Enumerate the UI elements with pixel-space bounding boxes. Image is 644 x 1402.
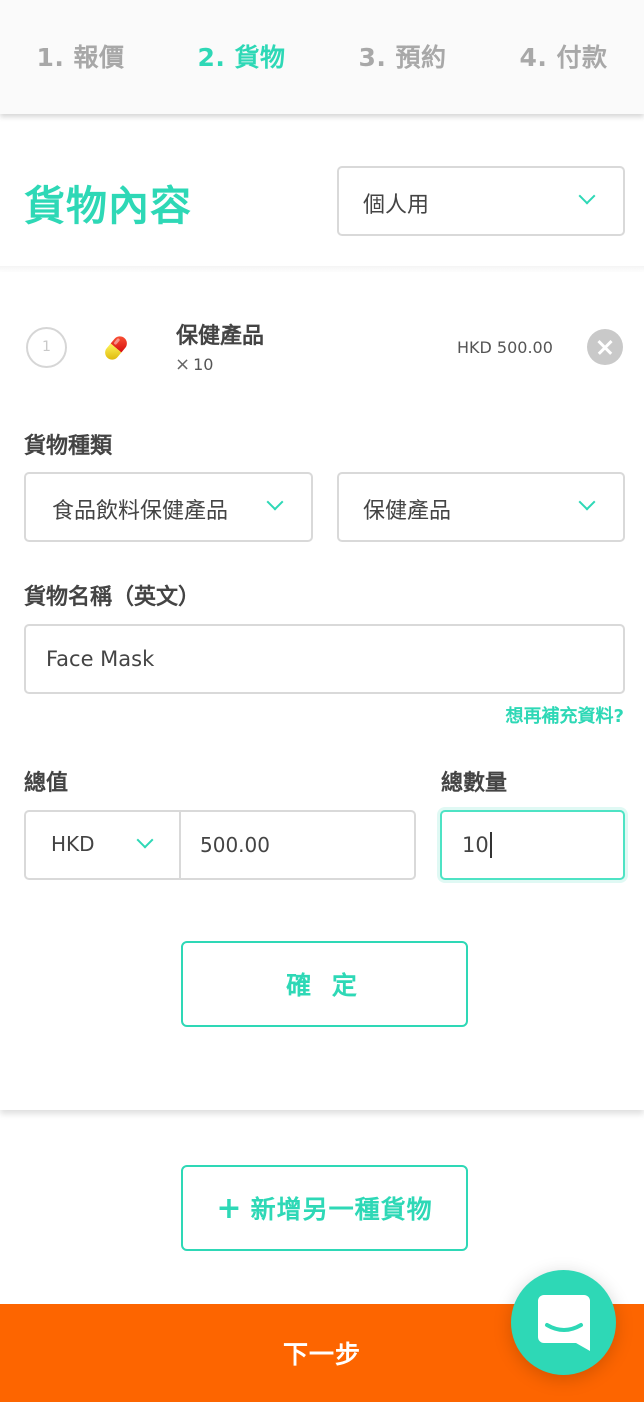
- total-value-label: 總值: [24, 771, 69, 796]
- plus-icon: +: [216, 1190, 243, 1226]
- chevron-down-icon: [578, 493, 596, 511]
- amount-input[interactable]: 500.00: [181, 812, 414, 878]
- total-quantity-input[interactable]: 10: [440, 810, 625, 880]
- step-cargo[interactable]: 2. 貨物: [161, 38, 322, 74]
- item-name: 保健產品: [176, 324, 265, 349]
- add-another-cargo-button[interactable]: + 新增另一種貨物: [181, 1165, 468, 1251]
- progress-stepper: 1. 報價 2. 貨物 3. 預約 4. 付款: [0, 0, 644, 114]
- chevron-down-icon: [136, 831, 154, 849]
- category-label: 貨物種類: [24, 434, 113, 459]
- step-payment[interactable]: 4. 付款: [483, 38, 644, 74]
- remove-item-button[interactable]: [587, 329, 623, 365]
- item-quantity-value: 10: [193, 355, 214, 374]
- page-title: 貨物內容: [24, 182, 192, 230]
- total-quantity-value: 10: [462, 833, 489, 857]
- category-select[interactable]: 食品飲料保健產品: [24, 472, 313, 542]
- confirm-button[interactable]: 確 定: [181, 941, 468, 1027]
- item-index-badge: 1: [26, 327, 67, 368]
- usage-type-select[interactable]: 個人用: [337, 166, 625, 236]
- cargo-content-header: 貨物內容 個人用: [0, 114, 644, 268]
- currency-select[interactable]: HKD: [26, 812, 181, 878]
- cargo-name-input[interactable]: Face Mask: [24, 624, 625, 694]
- currency-value: HKD: [51, 832, 95, 856]
- subcategory-value: 保健產品: [363, 499, 452, 524]
- item-price: HKD 500.00: [457, 338, 553, 357]
- chat-support-button[interactable]: [511, 1270, 616, 1375]
- chevron-down-icon: [578, 187, 596, 205]
- subcategory-select[interactable]: 保健產品: [337, 472, 625, 542]
- text-caret: [489, 832, 492, 858]
- category-value: 食品飲料保健產品: [52, 499, 229, 524]
- pill-icon: [100, 332, 132, 364]
- step-quote[interactable]: 1. 報價: [0, 38, 161, 74]
- item-quantity: × 10: [175, 354, 213, 375]
- chat-bubble-icon: [538, 1295, 590, 1351]
- chevron-down-icon: [266, 493, 284, 511]
- total-quantity-label: 總數量: [441, 771, 508, 796]
- usage-type-value: 個人用: [363, 193, 430, 218]
- cargo-item-card: 1 保健產品 × 10 HKD 500.00 貨物種類 食品飲料保健產品 保健產…: [0, 272, 644, 1110]
- total-value-group: HKD 500.00: [24, 810, 416, 880]
- add-another-cargo-label: 新增另一種貨物: [250, 1195, 433, 1224]
- times-icon: ×: [175, 354, 191, 375]
- add-more-info-link[interactable]: 想再補充資料?: [506, 702, 624, 728]
- cargo-name-label: 貨物名稱（英文）: [24, 585, 201, 610]
- step-booking[interactable]: 3. 預約: [322, 38, 483, 74]
